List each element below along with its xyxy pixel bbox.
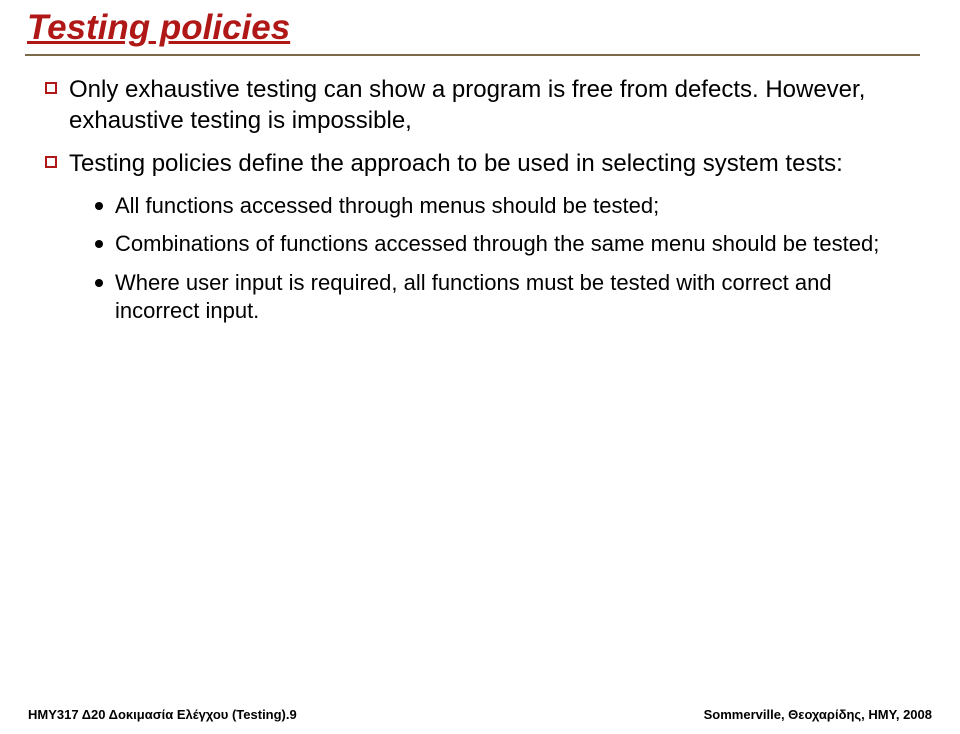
sub-bullet-item: Where user input is required, all functi… — [95, 269, 920, 326]
sub-content: All functions accessed through menus sho… — [45, 192, 920, 326]
slide-footer: ΗΜΥ317 Δ20 Δοκιμασία Ελέγχου (Testing).9… — [0, 707, 960, 722]
square-bullet-icon — [45, 156, 57, 168]
slide-title: Testing policies — [25, 8, 920, 48]
bullet-text: Only exhaustive testing can show a progr… — [69, 74, 920, 136]
title-underline — [25, 54, 920, 56]
sub-bullet-text: Combinations of functions accessed throu… — [115, 230, 879, 259]
slide-container: Testing policies Only exhaustive testing… — [0, 0, 960, 734]
bullet-text: Testing policies define the approach to … — [69, 148, 843, 179]
bullet-item: Only exhaustive testing can show a progr… — [45, 74, 920, 136]
sub-bullet-item: All functions accessed through menus sho… — [95, 192, 920, 221]
footer-right: Sommerville, Θεοχαρίδης, ΗΜΥ, 2008 — [704, 707, 932, 722]
bullet-item: Testing policies define the approach to … — [45, 148, 920, 179]
sub-bullet-text: Where user input is required, all functi… — [115, 269, 920, 326]
dot-bullet-icon — [95, 202, 103, 210]
sub-bullet-item: Combinations of functions accessed throu… — [95, 230, 920, 259]
sub-bullet-text: All functions accessed through menus sho… — [115, 192, 659, 221]
square-bullet-icon — [45, 82, 57, 94]
footer-left: ΗΜΥ317 Δ20 Δοκιμασία Ελέγχου (Testing).9 — [28, 707, 297, 722]
main-content: Only exhaustive testing can show a progr… — [25, 74, 920, 326]
dot-bullet-icon — [95, 240, 103, 248]
dot-bullet-icon — [95, 279, 103, 287]
